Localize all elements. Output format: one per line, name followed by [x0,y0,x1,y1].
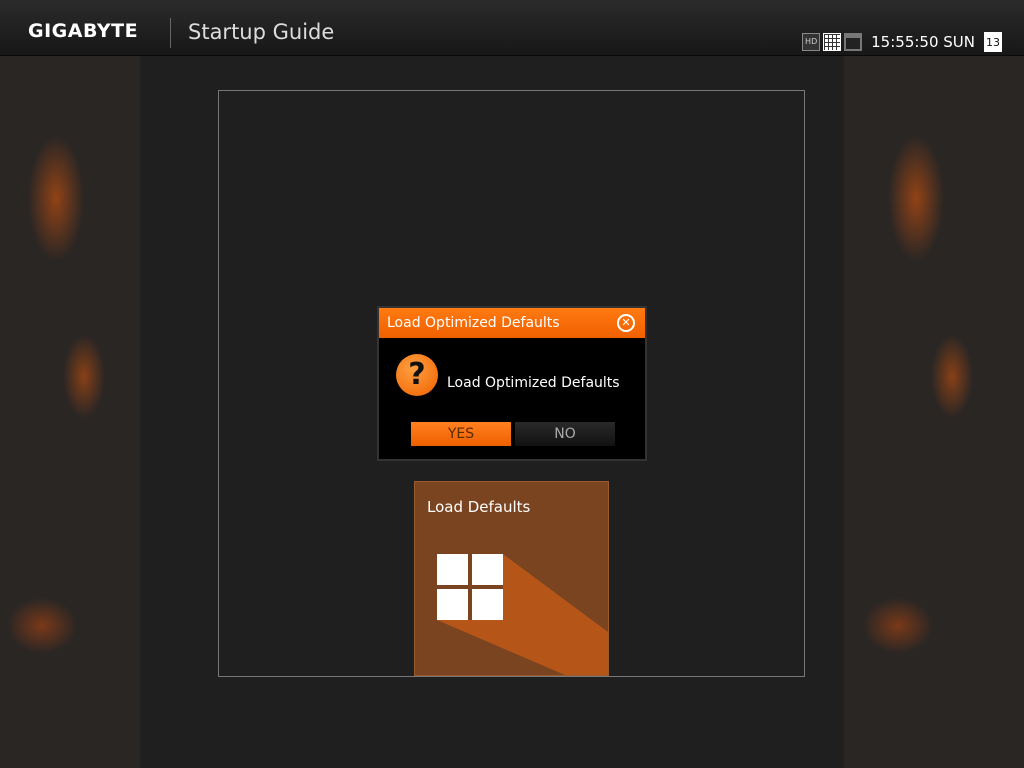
brand-logo: GIGABYTE [28,20,139,42]
yes-button[interactable]: YES [411,422,511,446]
header: GIGABYTE Startup Guide HD 15:55:50 SUN 1… [0,0,1024,56]
dialog-message: Load Optimized Defaults [447,375,620,391]
calendar-icon[interactable]: 13 [984,32,1002,52]
question-icon: ? [396,354,438,396]
windows-icon [437,554,503,620]
background-lava-right [844,56,1024,768]
no-button[interactable]: NO [515,422,615,446]
background-lava-left [0,56,140,768]
window-view-icon[interactable] [844,33,863,51]
load-optimized-defaults-dialog: Load Optimized Defaults ✕ ? Load Optimiz… [377,306,647,461]
status-tray: HD 15:55:50 SUN 13 [802,32,1002,52]
hd-icon[interactable]: HD [802,33,821,51]
dialog-title: Load Optimized Defaults [379,308,645,338]
clock: 15:55:50 SUN [871,33,975,51]
load-defaults-tile[interactable]: Load Defaults [414,481,609,676]
page-title: Startup Guide [188,20,335,44]
grid-view-icon[interactable] [823,33,842,51]
close-icon[interactable]: ✕ [617,314,635,332]
divider [170,18,171,48]
tile-label: Load Defaults [427,498,531,516]
